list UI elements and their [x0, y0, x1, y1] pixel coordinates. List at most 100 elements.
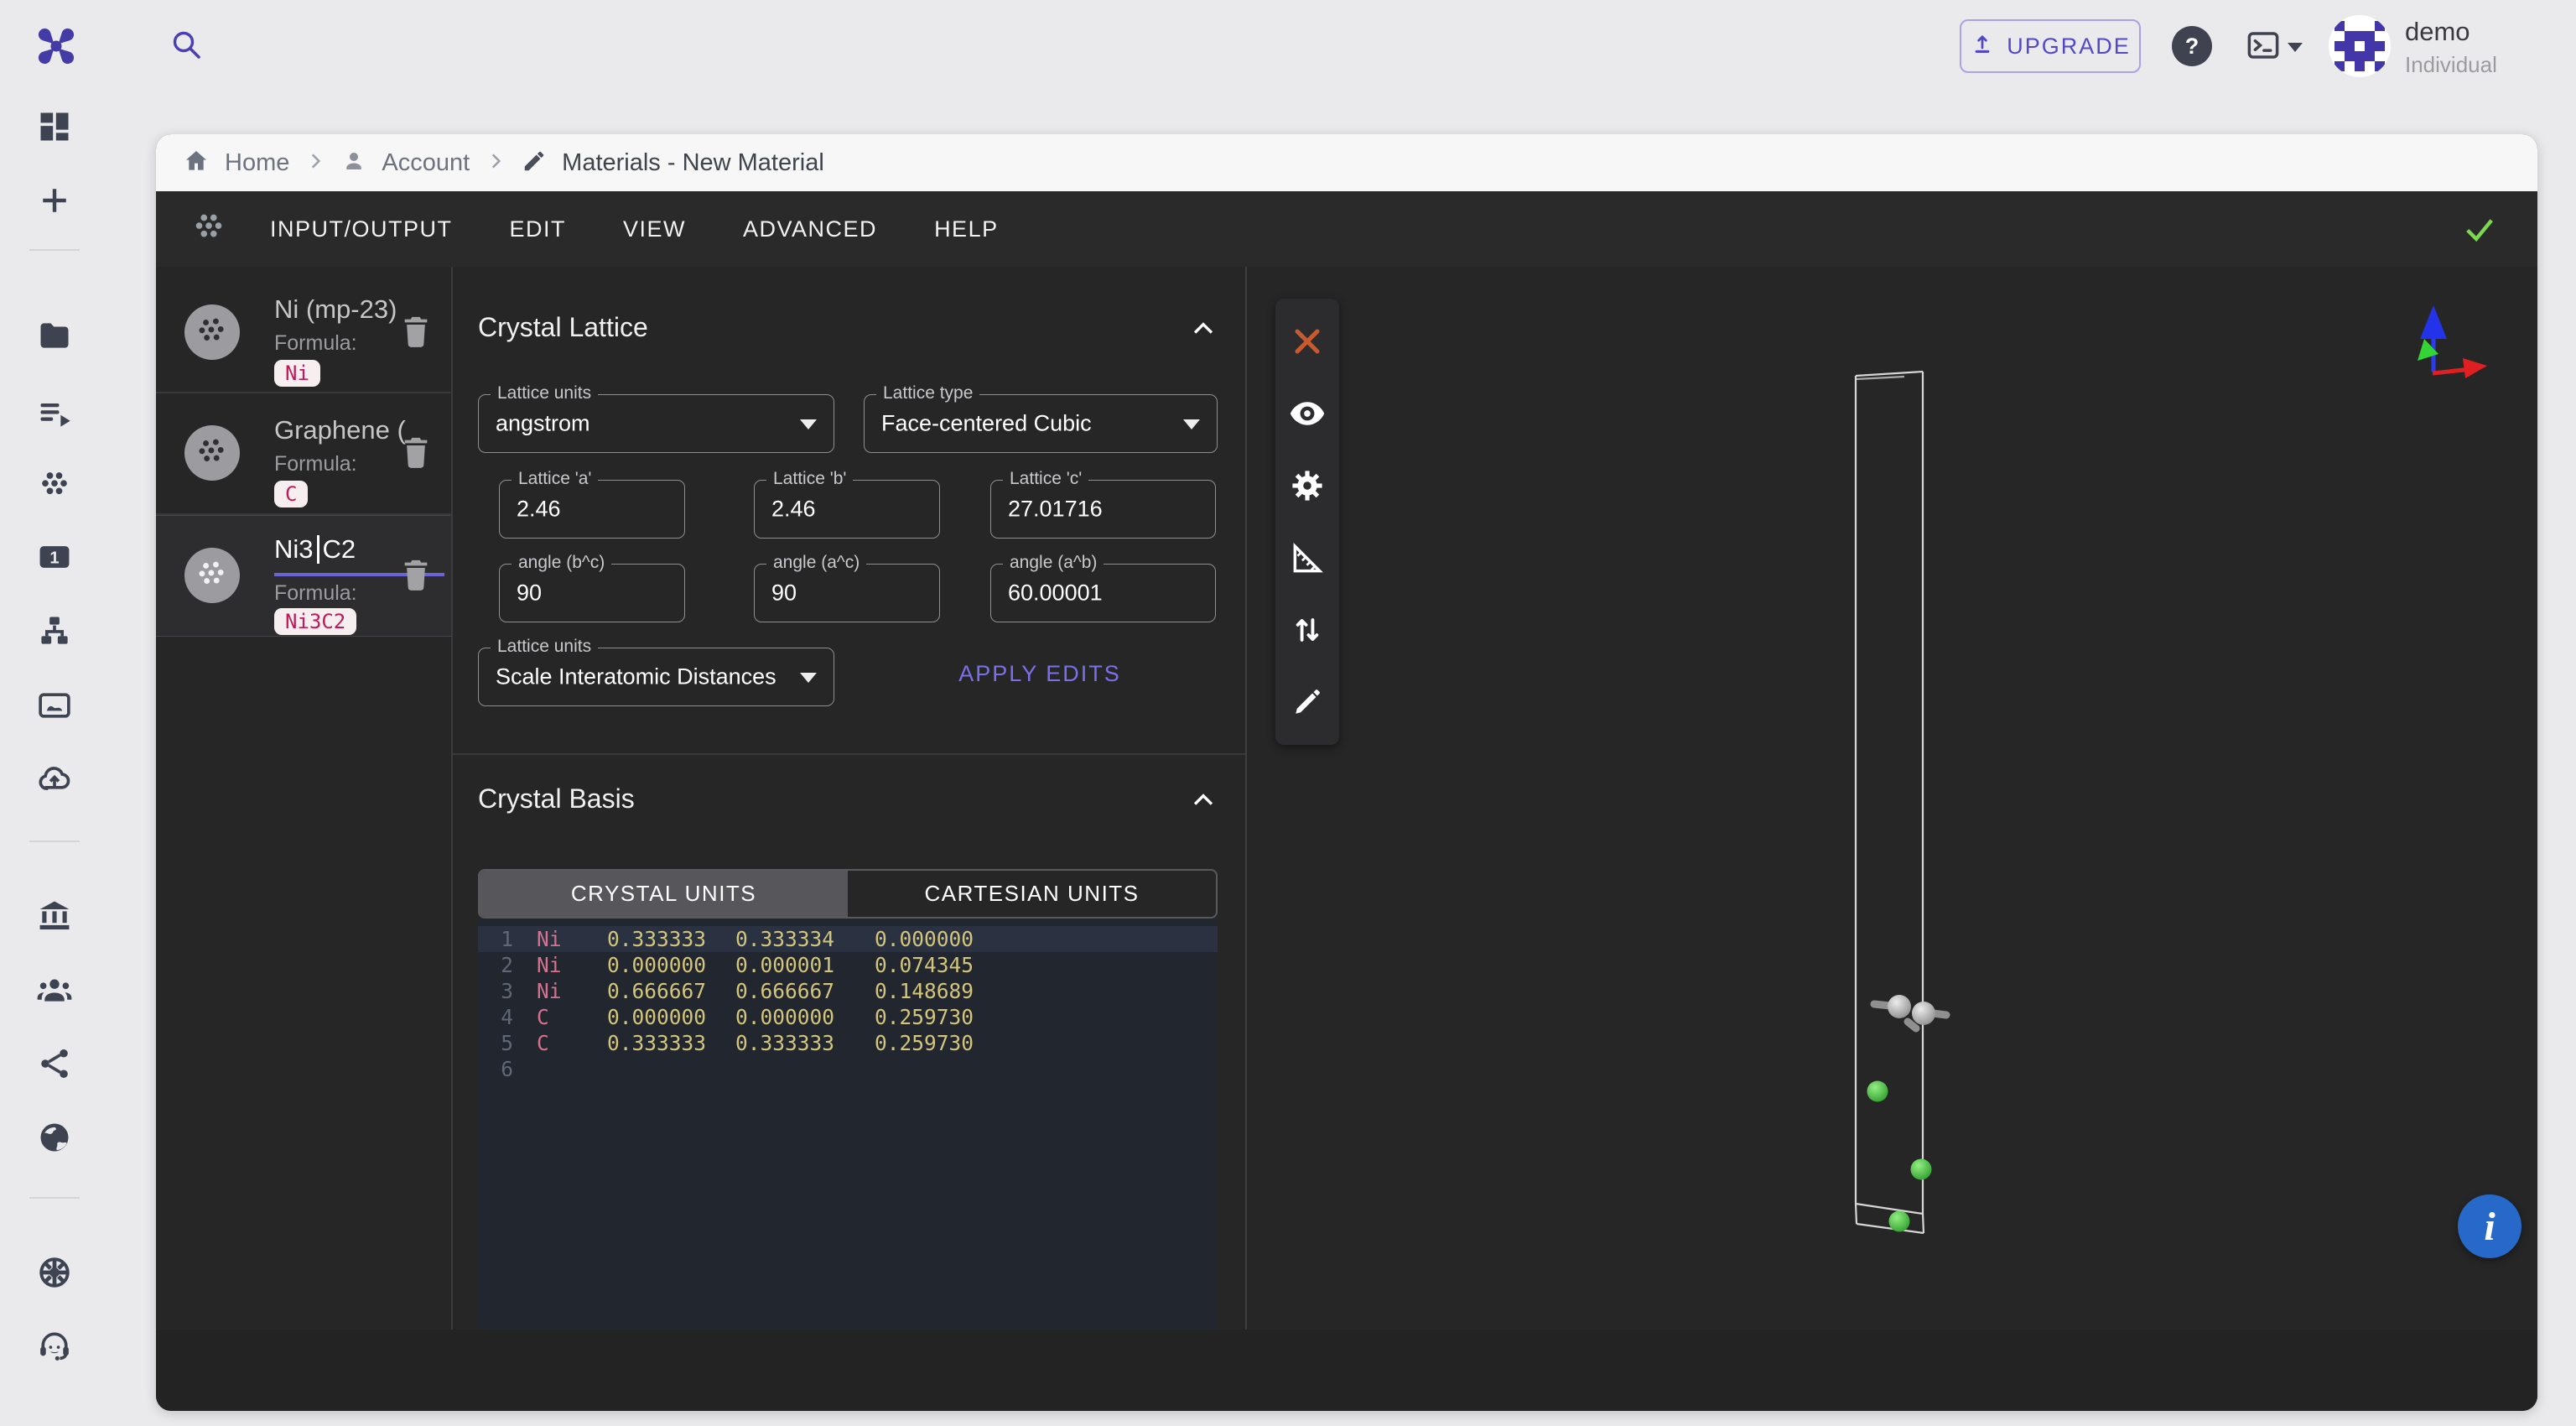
material-form: Crystal Lattice Lattice units angstrom L… — [453, 267, 1247, 1330]
field-value: 90 — [517, 580, 542, 606]
menu-advanced[interactable]: ADVANCED — [731, 208, 889, 251]
menu-input-output[interactable]: INPUT/OUTPUT — [258, 208, 465, 251]
close-icon[interactable] — [1289, 323, 1326, 360]
help-button[interactable]: ? — [2172, 26, 2212, 66]
sidebar-item-bank[interactable] — [36, 897, 73, 934]
save-check-icon[interactable] — [2464, 213, 2496, 245]
editor-line[interactable]: 6 — [478, 1056, 1218, 1082]
field-label: angle (a^c) — [766, 553, 866, 573]
apply-edits-button[interactable]: APPLY EDITS — [922, 654, 1157, 694]
collapse-chevron-icon[interactable] — [1189, 787, 1218, 815]
info-button[interactable]: i — [2458, 1194, 2521, 1258]
menu-help[interactable]: HELP — [922, 208, 1010, 251]
sidebar-item-dashboard[interactable] — [36, 108, 73, 145]
field-value: angstrom — [496, 411, 590, 437]
lattice-type-select[interactable]: Lattice type Face-centered Cubic — [864, 394, 1218, 453]
atom-nickel[interactable] — [1889, 1211, 1910, 1232]
tab-crystal-units[interactable]: CRYSTAL UNITS — [480, 871, 848, 917]
lattice-c-input[interactable]: Lattice 'c' 27.01716 — [990, 480, 1216, 539]
lattice-b-input[interactable]: Lattice 'b' 2.46 — [754, 480, 940, 539]
sidebar-item-cloud-upload[interactable] — [36, 762, 73, 799]
editor-line[interactable]: 1Ni0.3333330.3333340.000000 — [478, 926, 1218, 952]
gear-icon[interactable] — [1289, 467, 1326, 504]
editor-line[interactable]: 4C0.0000000.0000000.259730 — [478, 1004, 1218, 1030]
sidebar-item-wheel[interactable] — [36, 1254, 73, 1291]
material-item-ni[interactable]: Ni (mp-23) Formula: Ni — [156, 273, 451, 392]
angle-ac-input[interactable]: angle (a^c) 90 — [754, 564, 940, 622]
viewer-toolbar — [1275, 299, 1339, 745]
breadcrumb-home[interactable]: Home — [225, 149, 289, 177]
pencil-icon[interactable] — [1289, 684, 1326, 721]
atom-carbon[interactable] — [1888, 995, 1911, 1018]
lattice-units-select[interactable]: Lattice units angstrom — [478, 394, 834, 453]
sidebar-item-share[interactable] — [36, 1045, 73, 1082]
editor-line[interactable]: 5C0.3333330.3333330.259730 — [478, 1030, 1218, 1056]
sidebar-item-support[interactable] — [36, 1328, 73, 1365]
sidebar-item-materials[interactable] — [36, 466, 73, 503]
angle-bc-input[interactable]: angle (b^c) 90 — [499, 564, 685, 622]
material-name: Graphene (… — [274, 415, 408, 445]
delete-material-icon[interactable] — [399, 558, 433, 595]
atom-carbon[interactable] — [1912, 1002, 1935, 1025]
upgrade-button[interactable]: UPGRADE — [1960, 19, 2141, 73]
chevron-right-icon — [485, 150, 506, 176]
lattice-a-input[interactable]: Lattice 'a' 2.46 — [499, 480, 685, 539]
field-value: 2.46 — [771, 497, 816, 523]
editor-window: Home Account Materials - New Material IN… — [156, 134, 2537, 1411]
sidebar-item-media[interactable] — [36, 687, 73, 724]
ruler-icon[interactable] — [1289, 539, 1326, 576]
lattice-units-mode-select[interactable]: Lattice units Scale Interatomic Distance… — [478, 648, 834, 706]
field-value: 2.46 — [517, 497, 561, 523]
chevron-right-icon — [304, 150, 326, 176]
menu-view[interactable]: VIEW — [611, 208, 698, 251]
menubar: INPUT/OUTPUT EDIT VIEW ADVANCED HELP — [156, 191, 2537, 267]
editor-line[interactable]: 2Ni0.0000000.0000010.074345 — [478, 952, 1218, 978]
delete-material-icon[interactable] — [399, 435, 433, 472]
field-label: Lattice units — [491, 383, 598, 403]
console-menu-button[interactable] — [2244, 28, 2303, 66]
viewer-3d[interactable]: i — [1247, 267, 2537, 1330]
crystal-scene[interactable] — [1247, 267, 2535, 1330]
sidebar-item-workflows[interactable] — [36, 612, 73, 649]
angle-ab-input[interactable]: angle (a^b) 60.00001 — [990, 564, 1216, 622]
delete-material-icon[interactable] — [399, 315, 433, 351]
formula-chip: Ni — [274, 360, 320, 387]
basis-editor[interactable]: 1Ni0.3333330.3333340.000000 2Ni0.0000000… — [478, 919, 1218, 1330]
sidebar-divider — [29, 249, 80, 251]
collapse-chevron-icon[interactable] — [1189, 315, 1218, 344]
eye-icon[interactable] — [1289, 395, 1326, 432]
basis-units-tabs: CRYSTAL UNITS CARTESIAN UNITS — [478, 869, 1218, 919]
axes-widget — [2418, 305, 2487, 378]
atom-nickel[interactable] — [1867, 1081, 1888, 1102]
breadcrumb-account[interactable]: Account — [382, 149, 470, 177]
menu-edit[interactable]: EDIT — [498, 208, 579, 251]
field-value: 27.01716 — [1008, 497, 1103, 523]
search-icon[interactable] — [167, 25, 209, 67]
field-label: angle (b^c) — [512, 553, 611, 573]
user-plan: Individual — [2405, 52, 2497, 78]
swap-vert-icon[interactable] — [1289, 612, 1326, 648]
crystal-lattice-title: Crystal Lattice — [478, 312, 648, 343]
sidebar-item-folder[interactable] — [36, 317, 73, 354]
home-icon[interactable] — [183, 148, 210, 179]
material-item-graphene[interactable]: Graphene (… Formula: C — [156, 393, 451, 513]
materials-list: Ni (mp-23) Formula: Ni Graphene (… Formu… — [156, 267, 453, 1330]
material-name-input[interactable]: Ni3C2 — [274, 534, 356, 567]
sidebar-item-team[interactable] — [36, 971, 73, 1008]
divider — [453, 753, 1245, 755]
sidebar-item-bank-card[interactable]: 1 — [36, 539, 73, 575]
chevron-down-icon — [2288, 43, 2303, 52]
sidebar-item-globe[interactable] — [36, 1119, 73, 1156]
user-name: demo — [2405, 17, 2470, 47]
editor-line[interactable]: 3Ni0.6666670.6666670.148689 — [478, 978, 1218, 1004]
field-label: Lattice type — [876, 383, 979, 403]
material-avatar — [184, 304, 240, 360]
sidebar-item-add[interactable] — [36, 182, 73, 219]
atom-nickel[interactable] — [1911, 1159, 1932, 1180]
material-item-ni3c2-selected[interactable]: Ni3C2 Formula: Ni3C2 — [156, 515, 451, 637]
app-logo-icon[interactable] — [32, 22, 80, 70]
field-label: Lattice 'a' — [512, 469, 598, 489]
tab-cartesian-units[interactable]: CARTESIAN UNITS — [848, 871, 1216, 917]
user-avatar[interactable] — [2329, 15, 2391, 77]
sidebar-item-jobs[interactable] — [36, 394, 73, 431]
